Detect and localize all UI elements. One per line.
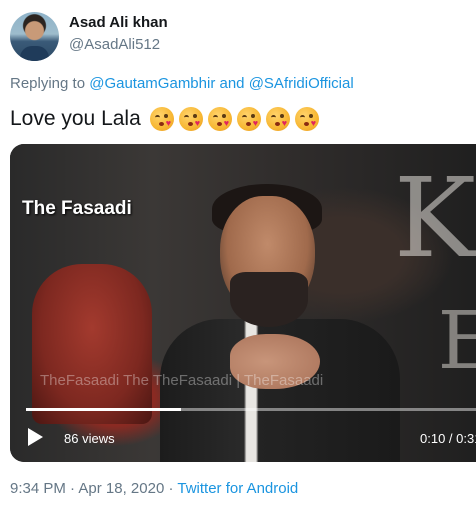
- mention-link-safridi[interactable]: @SAfridiOfficial: [249, 75, 354, 92]
- tweet-text: Love you Lala ♥ ♥ ♥ ♥ ♥ ♥: [10, 107, 319, 131]
- video-time: 0:10 / 0:31: [420, 431, 476, 446]
- video-ticker-watermark: TheFasaadi The TheFasaadi | TheFasaadi: [40, 372, 324, 389]
- view-count: 86 views: [64, 431, 115, 446]
- meta-separator: ·: [168, 480, 174, 497]
- tweet-time[interactable]: 9:34 PM: [10, 480, 66, 497]
- red-chair: [32, 264, 152, 424]
- reply-line: Replying to @GautamGambhir and @SAfridiO…: [10, 75, 354, 92]
- user-name[interactable]: Asad Ali khan: [69, 14, 168, 31]
- video-watermark: The Fasaadi: [22, 198, 132, 219]
- tweet-body: Love you Lala: [10, 107, 141, 130]
- video-player[interactable]: K E The Fasaadi TheFasaadi The TheFasaad…: [10, 144, 476, 462]
- tweet-meta: 9:34 PM · Apr 18, 2020 · Twitter for And…: [10, 480, 298, 497]
- reply-prefix: Replying to: [10, 75, 86, 92]
- video-progress-bar[interactable]: [26, 408, 476, 411]
- video-progress-fill: [26, 408, 182, 411]
- avatar[interactable]: [10, 12, 59, 61]
- meta-separator: ·: [70, 480, 76, 497]
- user-handle[interactable]: @AsadAli512: [69, 36, 160, 53]
- kiss-emoji-icon: ♥: [294, 107, 319, 131]
- kiss-emoji-icon: ♥: [178, 107, 203, 131]
- kiss-emoji-icon: ♥: [207, 107, 232, 131]
- tweet-date[interactable]: Apr 18, 2020: [78, 480, 164, 497]
- speaker-figure: [150, 184, 410, 462]
- backdrop-letters: E: [437, 294, 476, 387]
- tweet-source-link[interactable]: Twitter for Android: [177, 480, 298, 497]
- mention-link-gautam[interactable]: @GautamGambhir: [89, 75, 215, 92]
- kiss-emoji-icon: ♥: [149, 107, 174, 131]
- reply-conjunction[interactable]: and: [220, 75, 245, 92]
- kiss-emoji-icon: ♥: [236, 107, 261, 131]
- kiss-emoji-icon: ♥: [265, 107, 290, 131]
- play-icon[interactable]: [28, 428, 43, 446]
